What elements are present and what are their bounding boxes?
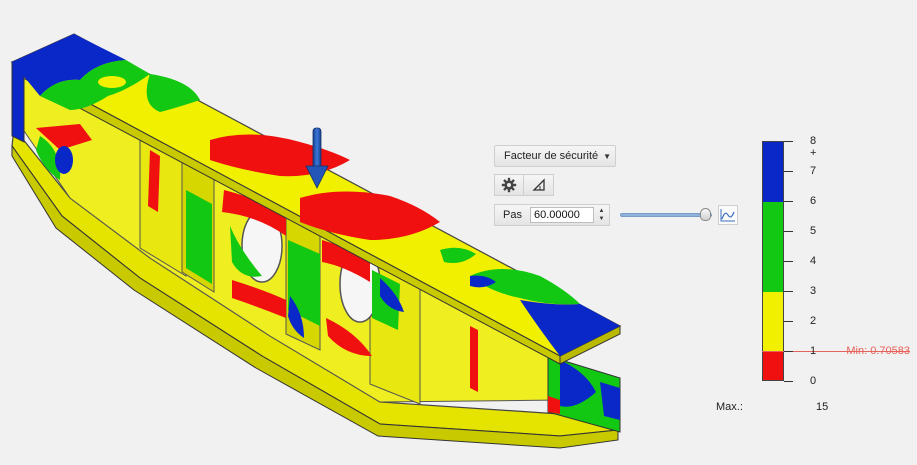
step-slider[interactable]	[619, 207, 712, 223]
spinner-up-icon[interactable]: ▲	[597, 207, 606, 215]
legend-tick-label: 3	[810, 285, 817, 297]
graph-icon	[720, 209, 735, 222]
step-group: Pas ▲ ▼	[494, 204, 610, 226]
triangle-probe-icon	[531, 178, 545, 191]
chevron-down-icon: ▼	[603, 151, 612, 161]
max-value: 15	[816, 401, 829, 413]
legend-tick-label: 1	[810, 345, 817, 357]
legend-tick	[784, 351, 793, 352]
web-patch-red-2	[148, 150, 160, 212]
legend-seg-green	[763, 202, 783, 292]
legend-tick-label: 7	[810, 165, 817, 177]
legend-color-bar	[762, 141, 784, 381]
step-control: Pas ▲ ▼	[494, 204, 738, 226]
legend-tick-label: 0	[810, 375, 817, 387]
legend-tick-label: 8 +	[810, 135, 817, 159]
legend-tick	[784, 171, 793, 172]
legend-seg-yellow	[763, 292, 783, 352]
web-patch-blue-1	[55, 146, 73, 174]
slider-track[interactable]	[619, 213, 712, 217]
settings-button[interactable]	[494, 174, 524, 196]
legend-tick	[784, 261, 793, 262]
probe-button[interactable]	[524, 174, 554, 196]
display-toolbar	[494, 174, 554, 196]
step-spinner[interactable]: ▲ ▼	[597, 207, 606, 223]
min-label: Min: 0.70583	[846, 345, 910, 357]
flange-yellow-1	[98, 76, 126, 88]
max-label: Max.:	[716, 401, 743, 413]
legend-tick-label: 5	[810, 225, 817, 237]
step-label: Pas	[503, 209, 522, 221]
legend-tick	[784, 231, 793, 232]
graph-button[interactable]	[717, 205, 738, 225]
legend-tick	[784, 141, 793, 142]
step-input[interactable]	[529, 207, 594, 223]
legend-seg-red	[763, 352, 783, 380]
legend-tick	[784, 291, 793, 292]
legend-tick-label: 6	[810, 195, 817, 207]
gear-icon	[501, 177, 517, 193]
legend-seg-blue	[763, 142, 783, 202]
spinner-down-icon[interactable]: ▼	[597, 215, 606, 223]
legend-tick	[784, 381, 793, 382]
legend-tick-label: 4	[810, 255, 817, 267]
legend-tick	[784, 201, 793, 202]
beam-model	[10, 33, 622, 449]
web-patch-green-2	[186, 190, 212, 284]
web-patch-red-7	[470, 326, 478, 392]
result-type-label: Facteur de sécurité	[504, 150, 599, 162]
legend-tick	[784, 321, 793, 322]
legend-tick-label: 2	[810, 315, 817, 327]
result-type-dropdown[interactable]: Facteur de sécurité ▼	[494, 145, 616, 167]
slider-thumb[interactable]	[699, 208, 711, 221]
